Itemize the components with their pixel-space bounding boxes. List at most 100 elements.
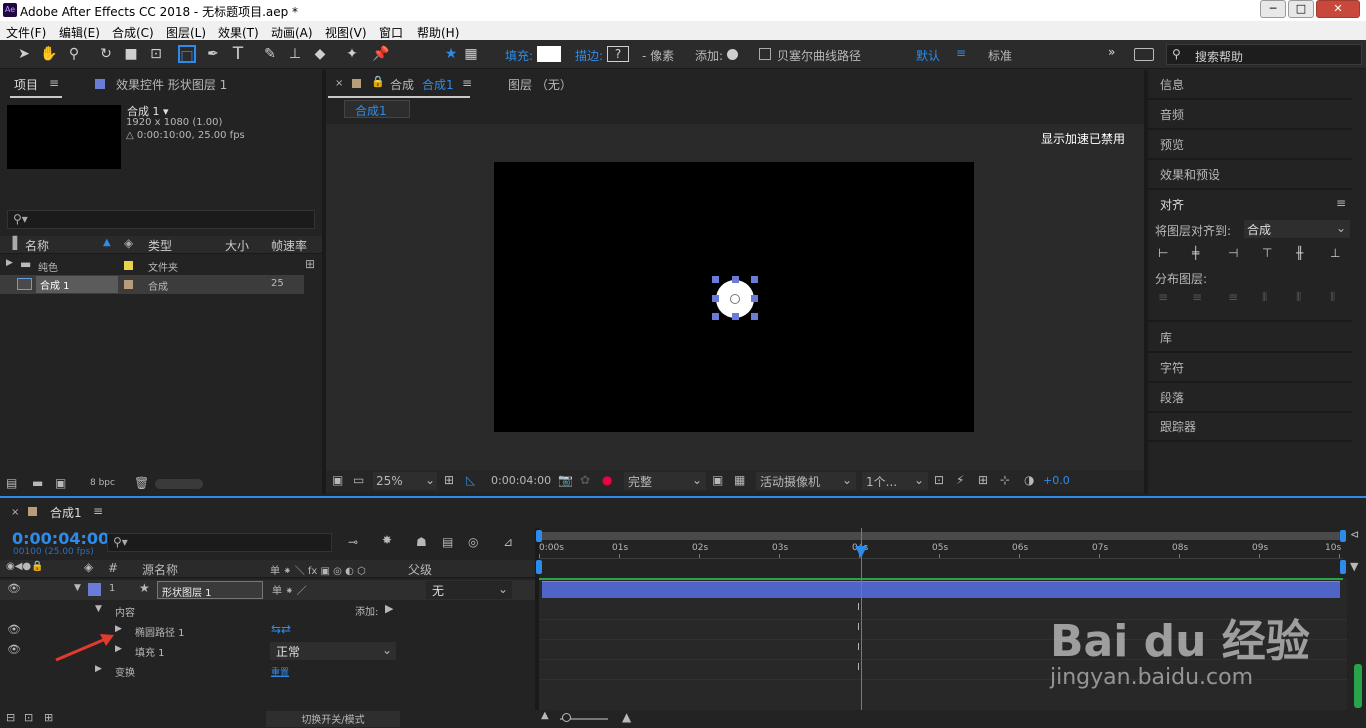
show-snapshot-icon[interactable]: ✿	[580, 473, 590, 487]
search-help-field[interactable]: ⚲ 搜索帮助	[1166, 44, 1362, 65]
snapshot-icon[interactable]: 📷	[558, 473, 573, 487]
align-hcenter-icon[interactable]: ╪	[1192, 246, 1199, 260]
timeline-search-input[interactable]: ⚲▾	[107, 533, 332, 552]
monitor-icon[interactable]: ▭	[353, 473, 364, 487]
align-left-icon[interactable]: ⊢	[1158, 246, 1168, 260]
time-zoom-thumb[interactable]	[562, 713, 571, 722]
close-tab-icon[interactable]: ×	[11, 507, 19, 518]
workspace-standard[interactable]: 标准	[988, 47, 1012, 64]
current-time-indicator[interactable]	[861, 528, 862, 710]
comp-canvas[interactable]	[494, 162, 974, 432]
panel-align[interactable]: 对齐	[1160, 196, 1184, 213]
pen-tool-icon[interactable]: ✒	[204, 45, 222, 63]
panel-menu-icon[interactable]: ≡	[93, 504, 103, 518]
collapse-icon[interactable]: ▼	[74, 583, 81, 593]
transparency-grid-icon[interactable]: ▦	[734, 473, 745, 487]
menu-help[interactable]: 帮助(H)	[417, 24, 459, 41]
rectangle-tool-icon[interactable]: □	[178, 45, 196, 64]
tab-effect-controls[interactable]: 效果控件 形状图层 1	[116, 76, 227, 93]
zoom-in-icon[interactable]: ▲	[622, 710, 631, 724]
distribute-bottom-icon[interactable]: ≡	[1228, 290, 1238, 304]
distribute-hcenter-icon[interactable]: ⦀	[1296, 290, 1301, 305]
brush-tool-icon[interactable]: ✎	[261, 45, 279, 63]
menu-composition[interactable]: 合成(C)	[112, 24, 154, 41]
project-item-folder[interactable]: ▶ ▬ 纯色 文件夹 ⊞	[0, 256, 322, 275]
panel-menu-icon[interactable]: ≡	[462, 76, 472, 90]
toggle-pixel-aspect-icon[interactable]: ⊡	[934, 473, 944, 487]
comp-breadcrumb[interactable]: 合成1	[344, 100, 410, 118]
handle-tc[interactable]	[732, 276, 739, 283]
type-tool-icon[interactable]: T	[229, 45, 247, 63]
tab-timeline-comp[interactable]: 合成1	[50, 504, 82, 521]
work-area-end[interactable]	[1340, 530, 1346, 542]
transfer-controls-pane-icon[interactable]: ⊡	[24, 711, 33, 724]
fill-swatch[interactable]	[537, 46, 561, 62]
distribute-right-icon[interactable]: ⦀	[1330, 290, 1335, 305]
zoom-dropdown[interactable]: 25% ⌄	[373, 472, 437, 490]
tab-project[interactable]: 项目	[14, 76, 38, 93]
menu-edit[interactable]: 编辑(E)	[59, 24, 100, 41]
distribute-top-icon[interactable]: ≡	[1158, 290, 1168, 304]
flowchart-icon[interactable]: ⊞	[305, 257, 315, 271]
breadcrumb-comp[interactable]: 合成1	[355, 102, 387, 119]
project-search-input[interactable]: ⚲▾	[7, 210, 315, 229]
thumbnail-slider[interactable]	[155, 479, 203, 489]
distribute-vcenter-icon[interactable]: ≡	[1192, 290, 1202, 304]
tab-layer[interactable]: 图层 （无）	[508, 76, 572, 93]
add-button-icon[interactable]: ▶	[385, 602, 393, 615]
rotate-tool-icon[interactable]: ↻	[97, 45, 115, 63]
add-button-icon[interactable]	[727, 49, 738, 60]
motion-blur-icon[interactable]: ◎	[468, 535, 478, 549]
align-bottom-icon[interactable]: ⊥	[1330, 246, 1340, 260]
col-parent[interactable]: 父级	[408, 561, 432, 578]
roto-brush-tool-icon[interactable]: ✦	[343, 45, 361, 63]
color-channels-icon[interactable]: ●	[602, 473, 612, 487]
handle-bl[interactable]	[712, 313, 719, 320]
col-fps[interactable]: 帧速率	[271, 237, 307, 254]
project-item-comp[interactable]: 合成 1 合成 25	[0, 275, 304, 294]
expand-icon[interactable]: ▶	[6, 258, 13, 268]
panel-menu-icon[interactable]: ≡	[1336, 196, 1346, 210]
pan-behind-tool-icon[interactable]: ⊡	[147, 45, 165, 63]
layer-switches[interactable]: 单 ⁕ ／	[272, 582, 307, 597]
comp-mini-flowchart-icon[interactable]: ⊸	[348, 535, 358, 549]
zoom-out-icon[interactable]: ▲	[541, 710, 549, 721]
exposure-reset-icon[interactable]: ◑	[1024, 473, 1034, 487]
minimize-button[interactable]: ─	[1260, 0, 1286, 18]
bezier-checkbox[interactable]	[759, 48, 771, 60]
panel-audio[interactable]: 音频	[1160, 106, 1184, 123]
panel-character[interactable]: 字符	[1160, 359, 1184, 376]
interpret-footage-icon[interactable]: ▤	[6, 476, 17, 490]
workspace-menu-icon[interactable]: ≡	[956, 46, 966, 60]
reset-link[interactable]: 重置	[271, 665, 289, 678]
col-source-name[interactable]: 源名称	[142, 561, 178, 578]
mask-visibility-icon[interactable]: ◺	[466, 473, 475, 487]
toggle-switches-modes-button[interactable]: 切换开关/模式	[266, 711, 400, 727]
col-name[interactable]: 名称	[25, 237, 49, 254]
exposure-value[interactable]: +0.0	[1043, 474, 1070, 487]
zoom-tool-icon[interactable]: ⚲	[65, 45, 83, 63]
align-to-dropdown[interactable]: 合成 ⌄	[1244, 220, 1350, 238]
timeline-icon[interactable]: ⊞	[978, 473, 988, 487]
new-comp-icon[interactable]: ▣	[55, 476, 66, 490]
trash-icon[interactable]: 🗑	[134, 476, 149, 490]
handle-ml[interactable]	[712, 295, 719, 302]
draft-3d-icon[interactable]: ✸	[382, 533, 392, 547]
panel-library[interactable]: 库	[1160, 329, 1172, 346]
distribute-left-icon[interactable]: ⦀	[1262, 290, 1267, 305]
flowchart-icon[interactable]: ⊹	[1000, 473, 1010, 487]
close-tab-icon[interactable]: ×	[335, 78, 343, 89]
align-right-icon[interactable]: ⊣	[1228, 246, 1238, 260]
eye-icon[interactable]: 👁	[7, 643, 21, 656]
menu-effect[interactable]: 效果(T)	[218, 24, 259, 41]
label-color-swatch[interactable]	[88, 583, 101, 596]
hand-tool-icon[interactable]: ✋	[40, 45, 58, 63]
tab-composition[interactable]: 合成	[390, 76, 414, 93]
in-out-pane-icon[interactable]: ⊞	[44, 711, 53, 724]
menu-view[interactable]: 视图(V)	[325, 24, 367, 41]
collapse-icon[interactable]: ▼	[95, 604, 102, 614]
camera-dropdown[interactable]: 活动摄像机 ⌄	[756, 472, 856, 490]
safe-margins-icon[interactable]: ⊞	[444, 473, 454, 487]
anchor-point-icon[interactable]	[730, 294, 740, 304]
always-preview-icon[interactable]: ▣	[332, 473, 343, 487]
